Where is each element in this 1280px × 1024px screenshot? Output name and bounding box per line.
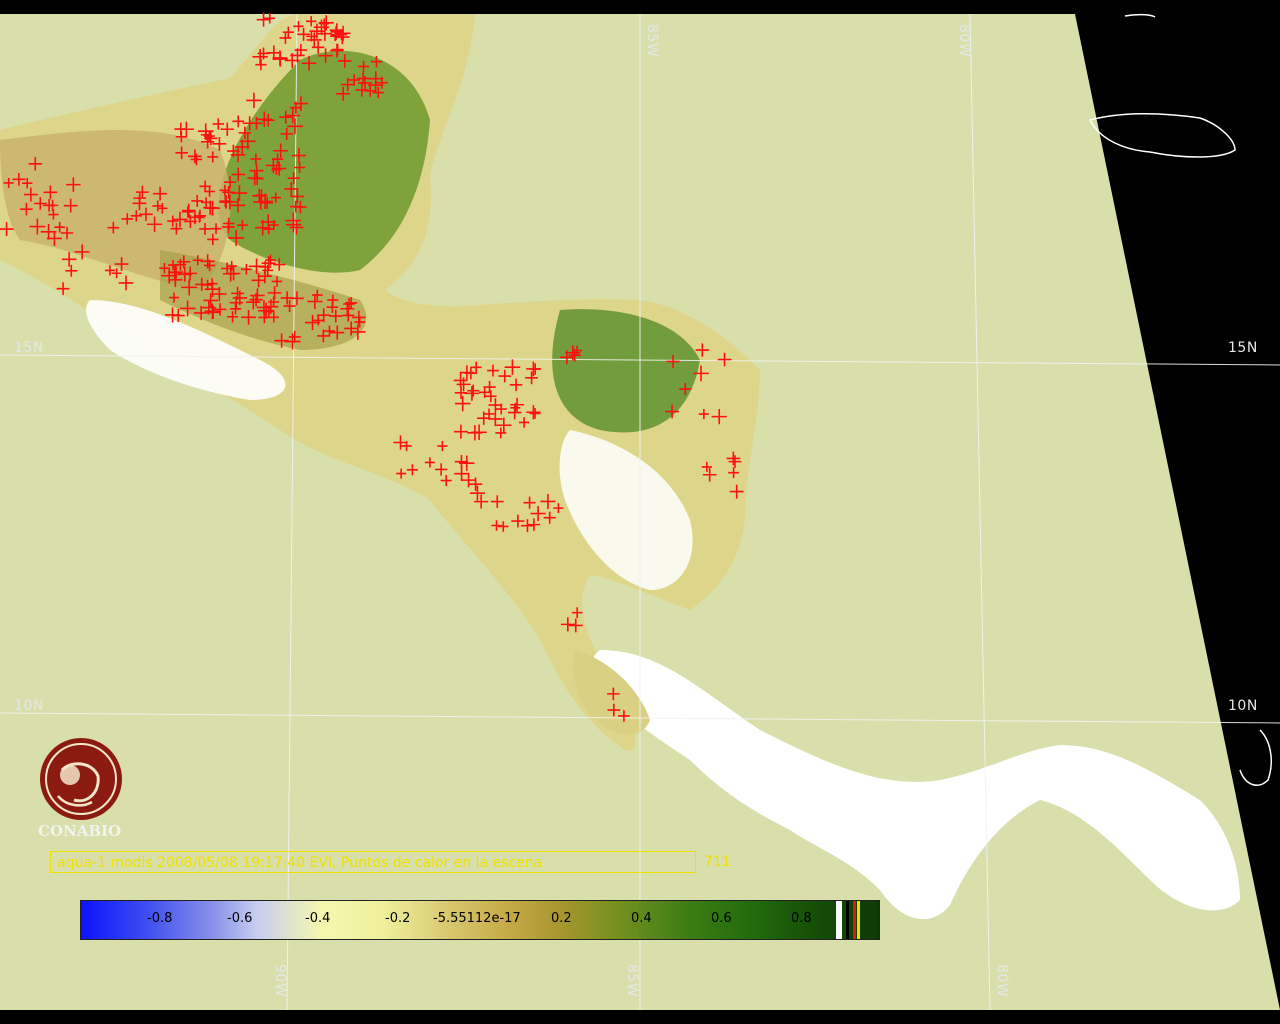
colorbar-red-mark [853, 901, 856, 939]
colorbar-tick-label: -0.4 [305, 911, 331, 926]
lat-label-15n-left: 15N [14, 340, 44, 356]
colorbar-tick-label: -0.6 [227, 911, 253, 926]
colorbar-tick-label: 0.6 [711, 911, 732, 926]
lon-label-90w-bottom: 90W [272, 964, 288, 998]
colorbar-tick-label: 0.8 [791, 911, 812, 926]
lon-label-80w-bottom: 80W [994, 964, 1010, 998]
colorbar-tick-label: -5.55112e-17 [433, 911, 521, 926]
conabio-logo-icon [40, 738, 122, 820]
colorbar-black-mark [846, 901, 849, 939]
colorbar-tick-label: -0.8 [147, 911, 173, 926]
scene-caption: aqua-1 modis 2008/05/08 19:17:40 EVI, Pu… [50, 851, 696, 873]
lat-label-10n-left: 10N [14, 698, 44, 714]
evi-colorbar: -0.8 -0.6 -0.4 -0.2 -5.55112e-17 0.2 0.4 0.6 0.8 [80, 900, 880, 940]
lon-label-85w-bottom: 85W [624, 964, 640, 998]
lon-label-80w-top: 80W [956, 24, 972, 58]
logo-text: CONABIO [38, 822, 122, 840]
lat-label-15n-right: 15N [1228, 340, 1258, 356]
lon-label-85w-top: 85W [644, 24, 660, 58]
colorbar-tick-label: 0.2 [551, 911, 572, 926]
colorbar-yellow-mark [857, 901, 860, 939]
lat-label-10n-right: 10N [1228, 698, 1258, 714]
colorbar-tick-label: 0.4 [631, 911, 652, 926]
colorbar-tick-label: -0.2 [385, 911, 411, 926]
hotspot-count: 711 [704, 854, 731, 870]
colorbar-white-mark [836, 901, 842, 939]
